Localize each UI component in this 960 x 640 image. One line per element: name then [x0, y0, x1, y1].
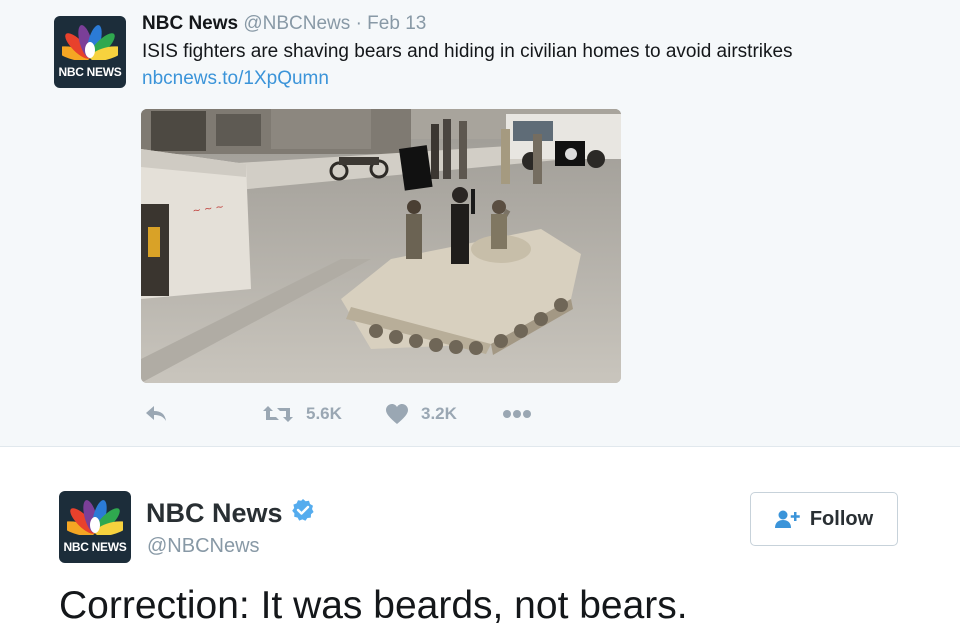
reply-button[interactable]: [144, 400, 168, 428]
add-user-icon: [774, 510, 800, 528]
tweet-text: ISIS fighters are shaving bears and hidi…: [142, 41, 793, 62]
heart-icon: [386, 404, 408, 424]
more-button[interactable]: [502, 400, 532, 428]
more-dots-icon: [503, 410, 531, 418]
avatar-label: NBC NEWS: [63, 540, 127, 554]
tweet-header: NBC News @NBCNews · Feb 13: [142, 13, 426, 35]
follow-button[interactable]: Follow: [750, 492, 898, 546]
retweet-icon: [263, 406, 293, 422]
like-count: 3.2K: [421, 404, 457, 423]
separator: ·: [355, 13, 362, 34]
follow-label: Follow: [809, 507, 874, 530]
avatar[interactable]: NBC NEWS: [59, 491, 131, 563]
tweet-link[interactable]: nbcnews.to/1XpQumn: [142, 68, 329, 90]
tweet-text: Correction: It was beards, not bears.: [59, 584, 688, 627]
peacock-logo-icon: [67, 500, 123, 535]
reply-icon: [146, 406, 166, 421]
author-name-row: NBC News: [146, 498, 315, 529]
verified-badge-icon: [291, 498, 315, 529]
tweet-date[interactable]: Feb 13: [367, 13, 426, 34]
avatar-label: NBC NEWS: [58, 65, 122, 79]
tweet-card: NBC NEWS NBC News @NBCNews · Feb 13 ISIS…: [0, 0, 960, 447]
author-name[interactable]: NBC News: [146, 498, 283, 529]
author-handle[interactable]: @NBCNews: [147, 535, 260, 558]
retweet-button[interactable]: 5.6K: [262, 400, 342, 428]
retweet-count: 5.6K: [306, 404, 342, 423]
like-button[interactable]: 3.2K: [385, 400, 457, 428]
author-handle[interactable]: @NBCNews: [243, 13, 350, 34]
avatar[interactable]: NBC NEWS: [54, 16, 126, 88]
author-name[interactable]: NBC News: [142, 13, 238, 34]
tank-street-image: ~ ~ ~: [141, 109, 621, 383]
peacock-logo-icon: [62, 25, 118, 60]
tweet-photo[interactable]: ~ ~ ~: [141, 109, 621, 383]
